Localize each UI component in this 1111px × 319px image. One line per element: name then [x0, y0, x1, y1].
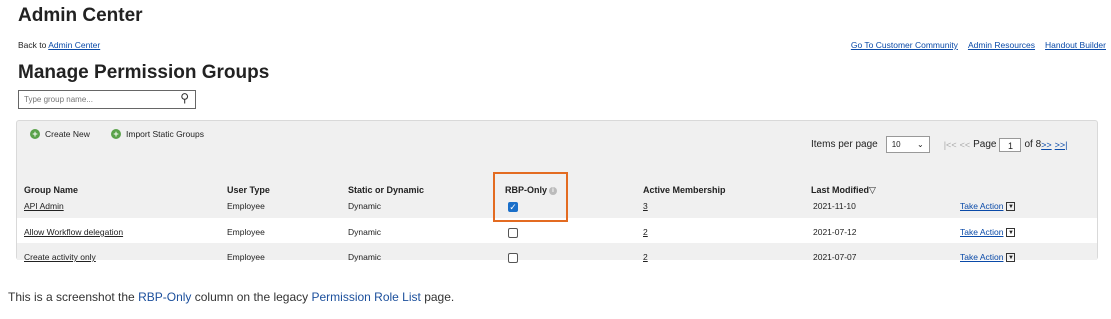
take-action-label: Take Action: [960, 201, 1004, 211]
back-prefix: Back to: [18, 40, 49, 50]
search-icon[interactable]: ⚲: [180, 91, 189, 105]
items-per-page-label: Items per page: [811, 139, 878, 150]
rbp-only-checkbox[interactable]: [508, 253, 518, 263]
items-per-page-select[interactable]: 10 ⌄: [885, 136, 930, 153]
customer-community-link[interactable]: Go To Customer Community: [851, 40, 958, 50]
items-per-page-value: 10: [891, 140, 901, 149]
caption-text: page.: [420, 290, 455, 304]
add-icon: +: [111, 129, 121, 139]
take-action-menu[interactable]: Take Action ▼: [960, 252, 1016, 263]
admin-resources-link[interactable]: Admin Resources: [968, 40, 1035, 50]
active-membership-link[interactable]: 3: [643, 201, 648, 211]
take-action-menu[interactable]: Take Action ▼: [960, 227, 1016, 238]
handout-builder-link[interactable]: Handout Builder: [1045, 40, 1106, 50]
column-header-static-dynamic: Static or Dynamic: [348, 185, 425, 195]
take-action-menu[interactable]: Take Action ▼: [960, 201, 1016, 212]
last-modified-label: Last Modified: [811, 185, 869, 195]
page-label: Page: [973, 139, 997, 150]
add-icon: +: [30, 129, 40, 139]
active-membership-link[interactable]: 2: [643, 252, 648, 262]
last-page-icon[interactable]: >>|: [1055, 140, 1068, 150]
import-static-label: Import Static Groups: [126, 129, 204, 139]
active-membership-link[interactable]: 2: [643, 227, 648, 237]
pagination: Items per page 10 ⌄ |<< << Page 1 of 8 >…: [811, 136, 1068, 153]
prev-page-icon[interactable]: <<: [960, 140, 971, 150]
page-total: of 8: [1024, 139, 1042, 150]
last-modified-cell: 2021-07-12: [813, 227, 857, 237]
caption-text: This is a screenshot the: [8, 290, 139, 304]
section-title: Manage Permission Groups: [18, 62, 270, 83]
column-header-last-modified[interactable]: Last Modified▽: [811, 185, 876, 196]
column-header-group-name[interactable]: Group Name: [24, 185, 78, 195]
caption-text: column on the legacy: [191, 290, 312, 304]
group-name-link[interactable]: API Admin: [24, 201, 64, 211]
user-type-cell: Employee: [227, 201, 265, 211]
caption-highlight-rbp: RBP-Only: [138, 290, 192, 304]
import-static-groups-button[interactable]: + Import Static Groups: [111, 129, 204, 139]
row-background: [17, 243, 1097, 260]
column-header-active-membership[interactable]: Active Membership: [643, 185, 726, 195]
rbp-only-highlight-box: [493, 172, 568, 222]
next-page-icon[interactable]: >>: [1041, 140, 1052, 150]
dropdown-icon: ▼: [1006, 253, 1016, 263]
back-link[interactable]: Admin Center: [48, 40, 100, 50]
static-dynamic-cell: Dynamic: [348, 252, 382, 262]
dropdown-icon: ▼: [1006, 202, 1016, 212]
rbp-only-checkbox[interactable]: [508, 228, 518, 238]
last-modified-cell: 2021-07-07: [813, 252, 857, 262]
first-page-icon[interactable]: |<<: [944, 140, 957, 150]
group-name-link[interactable]: Create activity only: [24, 252, 96, 262]
static-dynamic-cell: Dynamic: [348, 201, 382, 211]
group-name-link[interactable]: Allow Workflow delegation: [24, 227, 123, 237]
sort-desc-icon: ▽: [869, 185, 876, 195]
top-links: Go To Customer Community Admin Resources…: [851, 40, 1106, 50]
page-title: Admin Center: [18, 5, 143, 26]
group-search: ⚲: [18, 90, 196, 109]
search-input[interactable]: [24, 95, 174, 104]
page-number-input[interactable]: 1: [999, 137, 1022, 152]
take-action-label: Take Action: [960, 227, 1004, 237]
caption-highlight-role-list: Permission Role List: [311, 290, 421, 304]
create-new-button[interactable]: + Create New: [30, 129, 90, 139]
user-type-cell: Employee: [227, 227, 265, 237]
create-new-label: Create New: [45, 129, 90, 139]
static-dynamic-cell: Dynamic: [348, 227, 382, 237]
take-action-label: Take Action: [960, 252, 1004, 262]
caption: This is a screenshot the RBP-Only column…: [8, 290, 454, 304]
column-header-user-type: User Type: [227, 185, 270, 195]
dropdown-icon: ▼: [1006, 228, 1016, 238]
user-type-cell: Employee: [227, 252, 265, 262]
last-modified-cell: 2021-11-10: [813, 201, 856, 211]
chevron-down-icon: ⌄: [917, 140, 924, 149]
breadcrumb: Back to Admin Center: [18, 40, 100, 50]
